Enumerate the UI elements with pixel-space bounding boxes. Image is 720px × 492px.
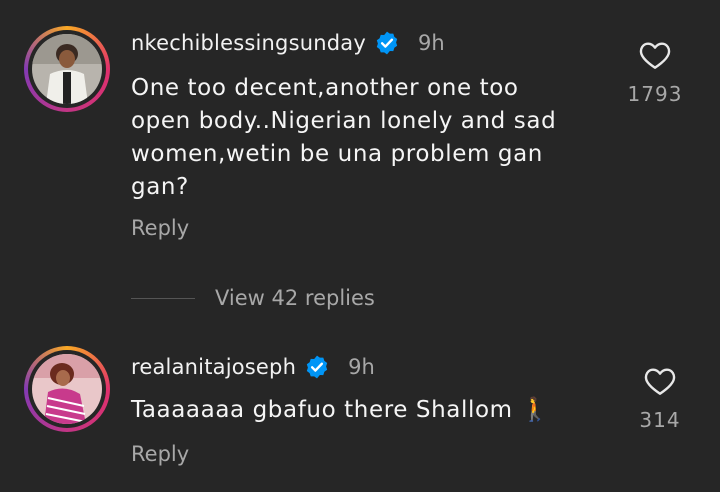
like-count: 1793 bbox=[627, 82, 683, 106]
like-area: 1793 bbox=[615, 40, 695, 106]
like-area: 314 bbox=[620, 366, 700, 432]
view-replies-label: View 42 replies bbox=[215, 286, 375, 310]
avatar bbox=[32, 354, 102, 424]
comment-header: nkechiblessingsunday 9h bbox=[131, 28, 445, 58]
avatar-story-ring[interactable] bbox=[24, 346, 110, 432]
verified-badge-icon bbox=[306, 355, 328, 379]
username[interactable]: realanitajoseph bbox=[131, 355, 296, 379]
heart-icon[interactable] bbox=[639, 40, 671, 70]
username[interactable]: nkechiblessingsunday bbox=[131, 31, 366, 55]
comment-text: One too decent,another one too open body… bbox=[131, 75, 557, 200]
comment-text: Taaaaaaa gbafuo there Shallom 🚶 bbox=[131, 397, 550, 423]
avatar bbox=[32, 34, 102, 104]
like-count: 314 bbox=[639, 408, 681, 432]
reply-button[interactable]: Reply bbox=[131, 442, 189, 466]
avatar-story-ring[interactable] bbox=[24, 26, 110, 112]
view-replies-button[interactable]: View 42 replies bbox=[131, 284, 375, 312]
reply-button[interactable]: Reply bbox=[131, 216, 189, 240]
timestamp: 9h bbox=[417, 31, 445, 55]
divider-line bbox=[131, 297, 195, 299]
comment-header: realanitajoseph 9h bbox=[131, 352, 375, 382]
verified-badge-icon bbox=[376, 31, 398, 55]
timestamp: 9h bbox=[348, 355, 375, 379]
comments-screen: nkechiblessingsunday 9h One too decent,a… bbox=[0, 0, 720, 492]
heart-icon[interactable] bbox=[644, 366, 676, 396]
